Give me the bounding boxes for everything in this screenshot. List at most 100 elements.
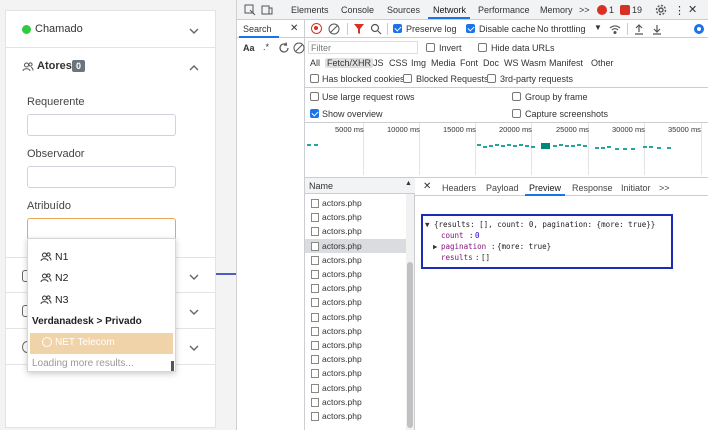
hide-data-urls-checkbox[interactable] [478,43,487,52]
chevron-down-icon[interactable] [188,341,200,353]
request-row[interactable]: actors.php [305,366,413,380]
type-media[interactable]: Media [431,58,456,68]
observador-input[interactable] [27,166,176,188]
chevron-down-icon[interactable] [188,24,200,36]
request-row[interactable]: actors.php [305,381,413,395]
request-row[interactable]: actors.php [305,324,413,338]
close-icon[interactable]: ✕ [423,181,431,192]
request-row[interactable]: actors.php [305,409,413,423]
large-rows-checkbox[interactable] [310,92,319,101]
preserve-log-checkbox[interactable] [393,24,402,33]
blocked-requests-checkbox[interactable] [403,74,412,83]
regex-button[interactable]: .* [263,42,269,52]
dropdown-option[interactable]: N3 [28,290,175,311]
request-row[interactable]: actors.php [305,395,413,409]
dropdown-option[interactable]: N1 [28,247,175,268]
request-row[interactable]: actors.php [305,352,413,366]
record-icon[interactable] [311,23,322,34]
dropdown-option[interactable]: N2 [28,268,175,289]
request-row[interactable]: actors.php [305,295,413,309]
kebab-menu-icon[interactable]: ⋮ [674,4,685,17]
tab-elements[interactable]: Elements [291,5,329,15]
warning-count[interactable]: 19 [632,5,642,15]
type-js[interactable]: JS [373,58,384,68]
inspect-icon[interactable] [244,4,256,16]
close-icon[interactable]: ✕ [290,23,298,34]
tab-payload[interactable]: Payload [486,183,519,193]
type-fetch-xhr[interactable]: Fetch/XHR [325,58,374,68]
clear-log-icon[interactable] [328,23,340,35]
request-row[interactable]: actors.php [305,310,413,324]
type-img[interactable]: Img [411,58,426,68]
atribuido-input[interactable] [27,218,176,240]
requerente-input[interactable] [27,114,176,136]
tab-search[interactable]: Search [243,24,272,34]
request-row[interactable]: actors.php [305,338,413,352]
blocked-cookies-checkbox[interactable] [310,74,319,83]
match-case-button[interactable]: Aa [243,43,255,53]
device-toolbar-icon[interactable] [261,4,273,16]
chevron-up-icon[interactable] [188,61,200,73]
json-preview[interactable]: ▼ {results: [], count: 0, pagination: {m… [421,214,673,269]
request-row[interactable]: actors.php [305,253,413,267]
filter-input[interactable]: Filter [308,41,418,54]
settings-icon[interactable] [693,23,705,35]
request-row[interactable]: actors.php [305,210,413,224]
name-column-header[interactable]: Name ▲ [305,178,415,194]
wifi-icon[interactable] [609,23,621,35]
type-other[interactable]: Other [591,58,614,68]
type-wasm[interactable]: Wasm [521,58,546,68]
third-party-checkbox[interactable] [487,74,496,83]
network-overview[interactable]: 5000 ms 10000 ms 15000 ms 20000 ms 25000… [305,123,708,177]
chevron-down-icon[interactable] [188,270,200,282]
type-all[interactable]: All [310,58,320,68]
clear-icon[interactable] [293,42,305,54]
chevron-down-icon[interactable]: ▼ [594,23,602,32]
tab-headers[interactable]: Headers [442,183,476,193]
capture-screenshots-checkbox[interactable] [512,109,521,118]
type-ws[interactable]: WS [504,58,519,68]
type-font[interactable]: Font [460,58,478,68]
tab-console[interactable]: Console [341,5,374,15]
more-tabs-button[interactable]: >> [659,183,670,193]
download-icon[interactable] [651,23,663,35]
type-css[interactable]: CSS [389,58,408,68]
dropdown-scrollbar[interactable] [171,361,174,371]
gear-icon[interactable] [655,4,667,16]
tab-initiator[interactable]: Initiator [621,183,651,193]
type-manifest[interactable]: Manifest [549,58,583,68]
upload-icon[interactable] [633,23,645,35]
disable-cache-checkbox[interactable] [466,24,475,33]
request-row[interactable]: actors.php [305,196,413,210]
refresh-icon[interactable] [278,42,290,54]
section-chamado[interactable]: Chamado [6,11,215,48]
request-row[interactable]: actors.php [305,281,413,295]
invert-checkbox[interactable] [426,43,435,52]
group-by-frame-checkbox[interactable] [512,92,521,101]
tab-preview[interactable]: Preview [529,183,561,193]
atribuido-dropdown[interactable]: N1 N2 N3 Verdanadesk > Privado NET Telec… [27,238,176,372]
error-count[interactable]: 1 [609,5,614,15]
tab-response[interactable]: Response [572,183,613,193]
expand-arrow-icon[interactable]: ▼ [425,220,430,229]
scrollbar-thumb[interactable] [407,262,413,428]
tab-performance[interactable]: Performance [478,5,530,15]
request-row[interactable]: actors.php [305,238,413,253]
tab-memory[interactable]: Memory [540,5,573,15]
tab-sources[interactable]: Sources [387,5,420,15]
filter-icon[interactable] [353,23,365,35]
type-doc[interactable]: Doc [483,58,499,68]
request-row[interactable]: actors.php [305,224,413,238]
expand-arrow-icon[interactable]: ▶ [433,242,438,251]
section-atores[interactable]: Atores 0 [6,48,215,86]
chevron-down-icon[interactable] [188,305,200,317]
file-icon [311,199,319,208]
more-tabs-button[interactable]: >> [579,5,590,15]
request-row[interactable]: actors.php [305,267,413,281]
show-overview-checkbox[interactable] [310,109,319,118]
tab-network[interactable]: Network [433,5,466,15]
search-icon[interactable] [370,23,382,35]
close-icon[interactable]: ✕ [688,3,697,16]
dropdown-option-selected[interactable]: NET Telecom [30,333,173,354]
throttling-select[interactable]: No throttling [537,24,586,34]
